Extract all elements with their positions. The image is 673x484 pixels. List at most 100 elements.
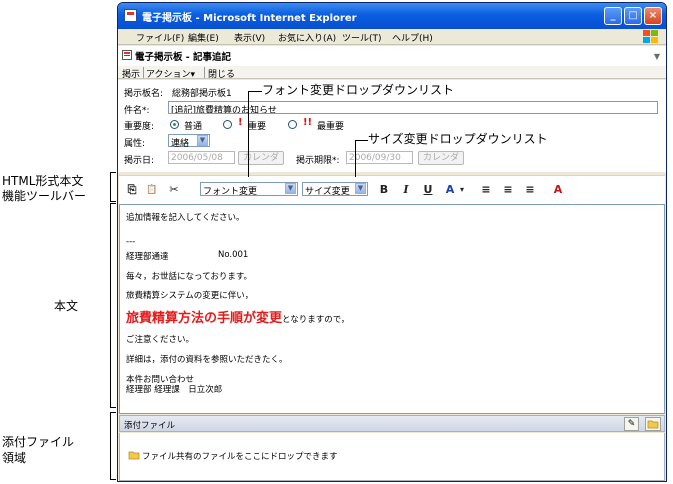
windows-logo-icon — [643, 30, 658, 43]
subject-input[interactable]: [追記]旅費精算のお知らせ — [168, 101, 658, 114]
body-line-continuation: となりますので， — [282, 315, 350, 325]
chevron-down-icon: ▼ — [197, 135, 208, 146]
body-line: ご注意ください。 — [126, 335, 195, 345]
paste-icon[interactable]: 📋 — [145, 183, 159, 197]
importance-highest-label: 最重要 — [317, 122, 345, 132]
board-name-value: 総務部掲示板1 — [172, 89, 232, 99]
close-button[interactable]: × — [644, 7, 662, 25]
attach-file-button[interactable]: ✎ — [624, 417, 639, 431]
menu-view[interactable]: 表示(V) — [234, 31, 265, 44]
attribute-value: 連絡 — [171, 139, 190, 149]
body-line: 追加情報を記入してください。 — [126, 213, 245, 223]
html-toolbar: ⎘ 📋 ✂ フォント変更 ▼ サイズ変更 ▼ B I U A ▾ ≡ ≡ ≡ A — [119, 175, 665, 205]
align-right-icon[interactable]: ≡ — [523, 183, 537, 197]
action-menu-button[interactable]: アクション▾ — [146, 67, 195, 80]
emphasis-text: 旅費精算方法の手順が変更 — [126, 311, 283, 326]
annotation-attach-line1: 添付ファイル — [2, 435, 75, 449]
spell-check-icon[interactable]: A — [551, 183, 565, 197]
importance-normal-label: 普通 — [184, 122, 203, 132]
attribute-select[interactable]: 連絡 ▼ — [168, 134, 210, 149]
importance-high-icon: ! — [238, 117, 243, 128]
title-bar[interactable]: 電子掲示板 - Microsoft Internet Explorer _ □ … — [118, 3, 666, 29]
align-center-icon[interactable]: ≡ — [501, 183, 515, 197]
body-line-emphasis: 旅費精算方法の手順が変更となりますので， — [126, 307, 349, 326]
menu-edit[interactable]: 編集(E) — [188, 31, 219, 44]
end-date-label: 掲示期限*: — [296, 156, 340, 166]
body-line: 経理部通達 — [126, 252, 169, 262]
annotation-bracket-toolbar-top — [110, 172, 116, 173]
size-select[interactable]: サイズ変更 ▼ — [302, 182, 368, 197]
menu-file[interactable]: ファイル(F) — [136, 31, 184, 44]
board-name-label: 掲示板名: — [124, 89, 164, 99]
importance-label: 重要度: — [124, 122, 155, 132]
annotation-font-dropdown: フォント変更ドロップダウンリスト — [262, 83, 455, 97]
body-line: 毎々，お世話になっております。 — [126, 272, 252, 282]
app-title: 電子掲示板 - 記事追記 — [135, 52, 232, 63]
italic-button[interactable]: I — [399, 183, 413, 197]
end-date-input[interactable]: 2006/09/30 — [346, 151, 413, 164]
menu-bar: ファイル(F) 編集(E) 表示(V) お気に入り(A) ツール(T) ヘルプ(… — [118, 29, 666, 45]
body-editor[interactable]: 追加情報を記入してください。 --- 経理部通達 No.001 毎々，お世話にな… — [119, 204, 665, 414]
attachment-title: 添付ファイル — [124, 421, 176, 431]
annotation-bracket-attach-bottom — [110, 479, 116, 480]
body-line: No.001 — [218, 250, 249, 260]
underline-button[interactable]: U — [421, 183, 435, 197]
ie-page-icon — [124, 9, 137, 22]
board-icon — [122, 50, 132, 60]
annotation-bracket-toolbar — [110, 172, 111, 202]
font-select[interactable]: フォント変更 ▼ — [200, 182, 298, 197]
annotation-leader-font-vertical — [248, 91, 249, 177]
annotation-leader-size — [355, 140, 368, 141]
annotation-bracket-toolbar-bottom — [110, 201, 116, 202]
copy-icon[interactable]: ⎘ — [125, 183, 139, 197]
post-date-calendar-button[interactable]: カレンダ — [238, 151, 284, 165]
app-toolbar: 掲示 アクション▾ 閉じる — [118, 66, 666, 80]
annotation-bracket-attach — [110, 412, 111, 480]
annotation-toolbar-line2: 機能ツールバー — [2, 189, 87, 203]
folder-icon[interactable] — [645, 417, 661, 431]
attribute-label: 属性: — [124, 139, 146, 149]
annotation-bracket-attach-top — [110, 412, 116, 413]
menu-help[interactable]: ヘルプ(H) — [392, 31, 433, 44]
attachment-header: 添付ファイル ✎ — [119, 415, 665, 432]
menu-favorites[interactable]: お気に入り(A) — [278, 31, 336, 44]
align-left-icon[interactable]: ≡ — [479, 183, 493, 197]
importance-high-label: 重要 — [248, 122, 267, 132]
drop-hint: ファイル共有のファイルをここにドロップできます — [142, 452, 338, 462]
importance-highest-icon: !! — [303, 117, 313, 128]
menu-tools[interactable]: ツール(T) — [342, 31, 382, 44]
bold-button[interactable]: B — [377, 183, 391, 197]
importance-highest-radio[interactable] — [288, 120, 297, 129]
font-color-dropdown-icon[interactable]: ▾ — [455, 183, 469, 197]
annotation-body: 本文 — [54, 299, 79, 313]
browser-window: 電子掲示板 - Microsoft Internet Explorer _ □ … — [117, 2, 667, 482]
collapse-arrow-icon[interactable]: ▼ — [654, 52, 660, 61]
maximize-button[interactable]: □ — [624, 7, 642, 25]
post-button[interactable]: 掲示 — [122, 67, 140, 80]
cut-icon[interactable]: ✂ — [167, 183, 181, 197]
importance-high-radio[interactable] — [223, 120, 232, 129]
close-app-button[interactable]: 閉じる — [208, 67, 235, 80]
post-date-label: 掲示日: — [124, 156, 155, 166]
body-line: 詳細は，添付の資料を参照いただきたく。 — [126, 355, 288, 365]
window-title: 電子掲示板 - Microsoft Internet Explorer — [142, 13, 357, 24]
attachment-drop-area[interactable]: ファイル共有のファイルをここにドロップできます — [119, 433, 665, 481]
chevron-down-icon: ▼ — [355, 183, 366, 194]
post-date-input[interactable]: 2006/05/08 — [168, 151, 235, 164]
annotation-attach-line2: 領域 — [2, 451, 27, 465]
font-select-value: フォント変更 — [203, 187, 258, 197]
body-line: 旅費精算システムの変更に伴い， — [126, 291, 254, 301]
annotation-bracket-body-top — [110, 203, 116, 204]
annotation-leader-font — [248, 91, 262, 92]
end-date-calendar-button[interactable]: カレンダ — [418, 151, 464, 165]
subject-label: 件名*: — [124, 106, 150, 116]
toolbar-separator — [143, 67, 144, 78]
toolbar-separator — [204, 67, 205, 78]
body-line: --- — [126, 237, 136, 247]
importance-normal-radio[interactable] — [170, 120, 179, 129]
minimize-button[interactable]: _ — [604, 7, 622, 25]
chevron-down-icon: ▼ — [285, 183, 296, 194]
size-select-value: サイズ変更 — [305, 187, 350, 197]
annotation-bracket-body-bottom — [110, 407, 116, 408]
annotation-bracket-body — [110, 203, 111, 408]
